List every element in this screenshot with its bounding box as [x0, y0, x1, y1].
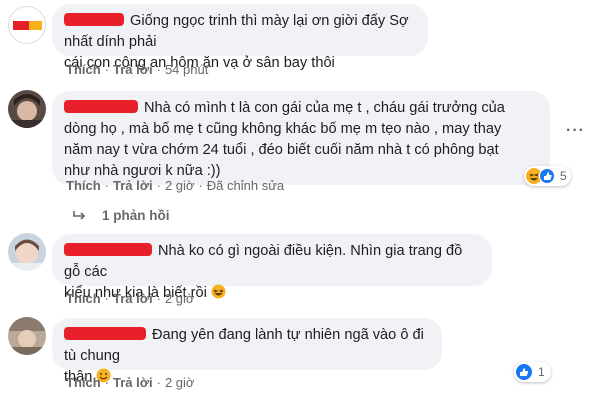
reaction-summary[interactable]: 1: [514, 362, 551, 382]
comment-actions: Thích · Trả lời · 2 giờ: [66, 291, 194, 306]
comment-bubble: Đang yên đang lành tự nhiên ngã vào ô đi…: [52, 318, 442, 385]
avatar[interactable]: [8, 317, 46, 355]
reply-link[interactable]: Trả lời: [113, 62, 153, 77]
timestamp[interactable]: 2 giờ: [165, 178, 195, 193]
separator: ·: [104, 291, 110, 306]
separator: ·: [104, 178, 110, 193]
comment-text-line: năm nay t vừa chớm 24 tuổi , đéo biết cu…: [64, 142, 499, 158]
like-link[interactable]: Thích: [66, 291, 101, 306]
user-photo-avatar: [8, 90, 46, 128]
comment-text-line: dòng họ , mà bố mẹ t cũng không khác bố …: [64, 121, 502, 137]
redacted-author-name[interactable]: [64, 13, 124, 26]
reaction-count: 5: [560, 169, 567, 183]
edited-label[interactable]: Đã chỉnh sửa: [207, 178, 284, 193]
like-link[interactable]: Thích: [66, 375, 101, 390]
reply-link[interactable]: Trả lời: [113, 375, 153, 390]
comment-bubble: Giống ngọc trinh thì mày lại ơn giời đấy…: [52, 4, 428, 71]
reaction-summary[interactable]: 5: [524, 166, 571, 186]
comment-bubble: Nhà ko có gì ngoài điều kiện. Nhìn gia t…: [52, 234, 492, 301]
comment-actions: Thích · Trả lời · 2 giờ · Đã chỉnh sửa: [66, 178, 284, 193]
avatar[interactable]: [8, 90, 46, 128]
more-options-icon[interactable]: ···: [566, 122, 585, 140]
avatar[interactable]: [8, 233, 46, 271]
timestamp[interactable]: 2 giờ: [165, 291, 195, 306]
comment-bubble: Nhà có mình t là con gái của mẹ t , cháu…: [52, 91, 550, 185]
separator: ·: [104, 62, 110, 77]
comment-actions: Thích · Trả lời · 54 phút: [66, 62, 208, 77]
user-photo-avatar: [8, 317, 46, 355]
like-link[interactable]: Thích: [66, 178, 101, 193]
timestamp[interactable]: 54 phút: [165, 62, 208, 77]
separator: ·: [156, 62, 161, 77]
like-link[interactable]: Thích: [66, 62, 101, 77]
user-photo-avatar: [8, 233, 46, 271]
reaction-count: 1: [538, 365, 545, 379]
comment-text-line: Nhà có mình t là con gái của mẹ t , cháu…: [144, 100, 505, 116]
reply-link[interactable]: Trả lời: [113, 178, 153, 193]
redacted-author-name[interactable]: [64, 243, 152, 256]
grinning-emoji-icon: [211, 284, 226, 299]
redacted-author-name[interactable]: [64, 327, 146, 340]
separator: ·: [156, 178, 161, 193]
brand-logo-avatar: [12, 19, 44, 33]
separator: ·: [104, 375, 110, 390]
like-reaction-icon: [539, 168, 555, 184]
separator: ·: [156, 375, 161, 390]
separator: ·: [198, 178, 203, 193]
like-reaction-icon: [516, 364, 532, 380]
separator: ·: [156, 291, 161, 306]
reply-arrow-icon: [72, 208, 88, 226]
avatar[interactable]: [8, 6, 46, 44]
comment-actions: Thích · Trả lời · 2 giờ: [66, 375, 194, 390]
redacted-author-name[interactable]: [64, 100, 138, 113]
reply-link[interactable]: Trả lời: [113, 291, 153, 306]
timestamp[interactable]: 2 giờ: [165, 375, 195, 390]
view-replies-link[interactable]: 1 phản hồi: [102, 208, 170, 223]
